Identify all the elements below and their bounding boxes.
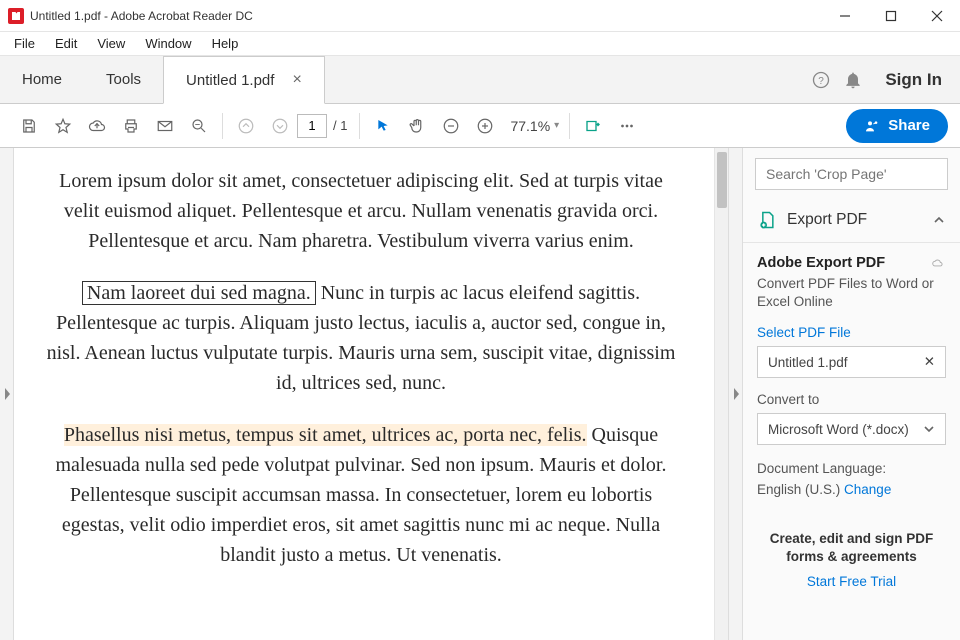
search-icon[interactable] <box>182 109 216 143</box>
separator <box>359 113 360 139</box>
paragraph: Nam laoreet dui sed magna. Nunc in turpi… <box>42 278 680 398</box>
email-icon[interactable] <box>148 109 182 143</box>
adobe-export-title: Adobe Export PDF <box>757 255 885 271</box>
document-viewport[interactable]: Lorem ipsum dolor sit amet, consectetuer… <box>14 148 728 640</box>
scrollbar[interactable] <box>714 148 728 640</box>
hand-icon[interactable] <box>400 109 434 143</box>
close-button[interactable] <box>914 0 960 32</box>
fit-width-icon[interactable] <box>576 109 610 143</box>
zoom-in-icon[interactable] <box>468 109 502 143</box>
sign-in-button[interactable]: Sign In <box>885 70 942 90</box>
svg-text:?: ? <box>819 75 825 86</box>
zoom-dropdown-icon[interactable]: ▾ <box>554 120 559 131</box>
print-icon[interactable] <box>114 109 148 143</box>
page-number-input[interactable] <box>297 114 327 138</box>
tab-home[interactable]: Home <box>0 56 84 103</box>
right-panel-toggle[interactable] <box>728 148 742 640</box>
cloud-icon[interactable] <box>80 109 114 143</box>
select-file-label: Select PDF File <box>757 325 946 340</box>
left-panel-toggle[interactable] <box>0 148 14 640</box>
page-down-icon[interactable] <box>263 109 297 143</box>
boxed-text: Nam laoreet dui sed magna. <box>82 281 316 305</box>
zoom-level-label: 77.1% <box>510 118 550 134</box>
more-icon[interactable] <box>610 109 644 143</box>
menu-file[interactable]: File <box>4 34 45 53</box>
help-icon[interactable]: ? <box>811 70 831 90</box>
tab-tools[interactable]: Tools <box>84 56 163 103</box>
chevron-up-icon <box>932 213 946 227</box>
highlighted-text: Phasellus nisi metus, tempus sit amet, u… <box>64 424 587 446</box>
chevron-down-icon <box>923 423 935 435</box>
menu-edit[interactable]: Edit <box>45 34 87 53</box>
tab-current-file[interactable]: Untitled 1.pdf × <box>163 56 325 104</box>
save-icon[interactable] <box>12 109 46 143</box>
start-trial-link[interactable]: Start Free Trial <box>763 574 940 589</box>
tab-close-icon[interactable]: × <box>292 71 301 89</box>
share-icon <box>864 118 880 134</box>
tab-label: Untitled 1.pdf <box>186 72 274 89</box>
menu-help[interactable]: Help <box>202 34 249 53</box>
export-pdf-icon <box>757 210 777 230</box>
separator <box>222 113 223 139</box>
export-pdf-section[interactable]: Export PDF <box>743 198 960 243</box>
change-language-link[interactable]: Change <box>844 482 891 497</box>
page-total-label: / 1 <box>333 118 347 133</box>
clear-file-icon[interactable]: ✕ <box>924 354 935 370</box>
export-description: Convert PDF Files to Word or Excel Onlin… <box>757 275 946 311</box>
export-pdf-label: Export PDF <box>787 211 932 229</box>
window-title: Untitled 1.pdf - Adobe Acrobat Reader DC <box>30 9 253 23</box>
menu-view[interactable]: View <box>87 34 135 53</box>
page-up-icon[interactable] <box>229 109 263 143</box>
maximize-button[interactable] <box>868 0 914 32</box>
zoom-out-icon[interactable] <box>434 109 468 143</box>
doclang-value: English (U.S.) <box>757 482 844 497</box>
separator <box>569 113 570 139</box>
menu-window[interactable]: Window <box>135 34 201 53</box>
doclang-label: Document Language: <box>757 461 886 476</box>
share-label: Share <box>888 117 930 134</box>
selected-file-field[interactable]: Untitled 1.pdf ✕ <box>757 346 946 378</box>
promo-title: Create, edit and sign PDF forms & agreem… <box>763 530 940 566</box>
paragraph: Phasellus nisi metus, tempus sit amet, u… <box>42 420 680 570</box>
app-icon <box>8 8 24 24</box>
notifications-icon[interactable] <box>843 70 863 90</box>
scrollbar-thumb[interactable] <box>717 152 727 208</box>
share-button[interactable]: Share <box>846 109 948 143</box>
minimize-button[interactable] <box>822 0 868 32</box>
paragraph: Lorem ipsum dolor sit amet, consectetuer… <box>42 166 680 256</box>
convert-to-label: Convert to <box>757 392 946 407</box>
convert-format-dropdown[interactable]: Microsoft Word (*.docx) <box>757 413 946 445</box>
cloud-badge-icon <box>930 256 946 270</box>
star-icon[interactable] <box>46 109 80 143</box>
tools-search-input[interactable] <box>755 158 948 190</box>
pointer-icon[interactable] <box>366 109 400 143</box>
